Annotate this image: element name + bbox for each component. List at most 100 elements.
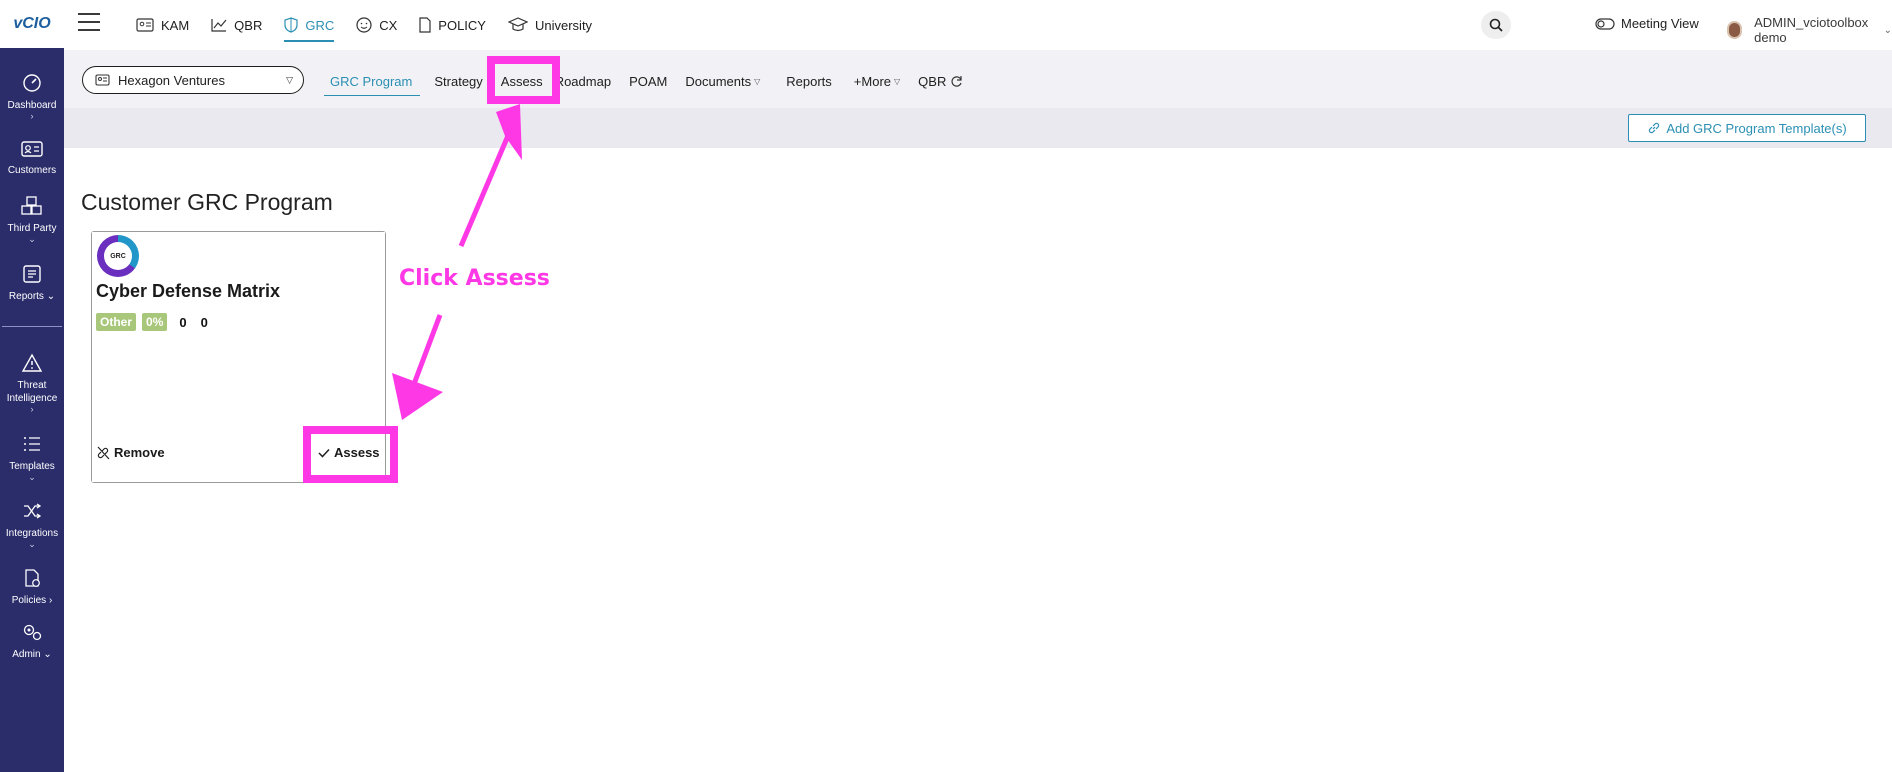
nav-cx[interactable]: CX: [356, 0, 397, 50]
grc-tabs: GRC Program Strategy Assess Roadmap POAM…: [323, 66, 981, 96]
sidebar-divider: [2, 326, 62, 327]
chevron-right-icon: ›: [30, 404, 34, 414]
sidebar-item-customers[interactable]: Customers: [0, 140, 64, 177]
chevron-down-icon: ⌄: [1883, 24, 1892, 36]
tab-reports[interactable]: Reports: [786, 66, 832, 96]
sidebar-item-policies[interactable]: Policies ›: [0, 568, 64, 607]
nav-university[interactable]: University: [507, 0, 593, 50]
highlight-assess-button: [303, 426, 398, 483]
sub-navbar: Hexagon Ventures ▽ GRC Program Strategy …: [64, 50, 1892, 108]
count-b: 0: [200, 314, 208, 330]
nav-kam[interactable]: KAM: [136, 0, 189, 50]
tab-more[interactable]: +More ▽: [854, 66, 900, 96]
add-grc-template-button[interactable]: Add GRC Program Template(s): [1628, 114, 1866, 142]
gauge-icon: [23, 74, 41, 92]
policy-file-icon: [25, 569, 40, 587]
chart-icon: [211, 19, 227, 32]
card-header: GRC: [92, 232, 385, 278]
caret-down-icon: ▽: [286, 75, 293, 85]
card-title: Cyber Defense Matrix: [96, 281, 281, 301]
document-icon: [419, 17, 431, 33]
cubes-icon: [21, 196, 42, 215]
nav-university-label: University: [534, 17, 593, 33]
id-card-icon: [21, 141, 43, 157]
sidebar-item-third-party[interactable]: Third Party ⌄: [0, 196, 64, 244]
sidebar-item-threat-intelligence[interactable]: Threat Intelligence ›: [0, 353, 64, 414]
sidebar-item-label: Reports ⌄: [8, 291, 56, 302]
page-title: Customer GRC Program: [81, 189, 333, 215]
cogs-icon: [23, 624, 42, 641]
sidebar-item-label: Admin ⌄: [12, 649, 52, 660]
user-menu[interactable]: ADMIN_vciotoolbox demo ⌄: [1727, 15, 1892, 45]
avatar: [1727, 21, 1743, 39]
graduation-cap-icon: [507, 17, 528, 32]
smile-icon: [356, 17, 372, 33]
shuffle-icon: [24, 503, 42, 519]
tab-label: Roadmap: [554, 73, 612, 89]
caret-down-icon: ▽: [894, 76, 901, 86]
tab-grc-program[interactable]: GRC Program: [323, 66, 421, 96]
customer-name: Hexagon Ventures: [118, 72, 225, 88]
sidebar-item-integrations[interactable]: Integrations ⌄: [0, 501, 64, 549]
nav-policy[interactable]: POLICY: [419, 0, 486, 50]
tab-label: Reports: [786, 73, 832, 89]
sidebar-item-label: Policies ›: [11, 595, 53, 606]
link-icon: [1649, 122, 1660, 134]
tab-label: POAM: [629, 73, 668, 89]
id-card-icon: [95, 74, 110, 86]
id-card-icon: [136, 18, 154, 32]
tab-poam[interactable]: POAM: [629, 66, 667, 96]
nav-qbr-label: QBR: [234, 17, 263, 33]
list-icon: [24, 437, 40, 451]
brand-logo[interactable]: vCIO: [0, 0, 64, 48]
chevron-down-icon: ⌄: [28, 234, 36, 244]
nav-kam-label: KAM: [161, 17, 190, 33]
chevron-right-icon: ›: [30, 111, 34, 121]
sidebar-item-admin[interactable]: Admin ⌄: [0, 622, 64, 661]
grc-logo-text: GRC: [104, 242, 132, 270]
highlight-assess-tab: [487, 56, 560, 104]
caret-down-icon: ▽: [754, 76, 761, 86]
nav-cx-label: CX: [379, 17, 398, 33]
tab-label: Documents: [685, 73, 752, 89]
tab-roadmap[interactable]: Roadmap: [555, 66, 611, 96]
sidebar-item-label: Customers: [7, 165, 57, 176]
nav-policy-label: POLICY: [438, 17, 486, 33]
tab-qbr[interactable]: QBR: [918, 66, 963, 96]
sidebar: vCIO Dashboard › Customers Third Party ⌄…: [0, 0, 64, 772]
unlink-icon: [97, 446, 110, 459]
report-icon: [23, 265, 41, 283]
user-name: ADMIN_vciotoolbox demo: [1754, 15, 1869, 45]
customer-select[interactable]: Hexagon Ventures ▽: [82, 66, 304, 94]
sidebar-item-templates[interactable]: Templates ⌄: [0, 434, 64, 482]
tab-label: GRC Program: [330, 73, 413, 89]
search-button[interactable]: [1481, 11, 1511, 39]
chevron-down-icon: ⌄: [28, 472, 36, 482]
tab-strategy[interactable]: Strategy: [434, 66, 482, 96]
toggle-icon: [1595, 17, 1615, 30]
meeting-view-label: Meeting View: [1621, 16, 1699, 31]
callout-text: Click Assess: [399, 266, 550, 291]
tab-documents[interactable]: Documents ▽: [685, 66, 760, 96]
grc-logo: GRC: [97, 235, 139, 277]
remove-button[interactable]: Remove: [96, 445, 165, 460]
remove-label: Remove: [114, 445, 165, 460]
top-navbar: KAM QBR GRC CX POLICY University Meeting…: [64, 0, 1892, 50]
type-badge: Other: [96, 313, 137, 331]
nav-grc-label: GRC: [305, 17, 335, 33]
brand-logo-text: vCIO: [13, 15, 51, 32]
sidebar-item-dashboard[interactable]: Dashboard ›: [0, 73, 64, 121]
shield-icon: [284, 17, 298, 33]
add-grc-template-label: Add GRC Program Template(s): [1666, 120, 1847, 136]
tab-label: Strategy: [434, 73, 483, 89]
hamburger-menu-icon[interactable]: [78, 13, 100, 31]
warning-icon: [21, 353, 43, 372]
refresh-icon: [951, 75, 962, 87]
tab-label: QBR: [918, 73, 947, 89]
card-badges: Other 0% 0 0: [96, 313, 216, 331]
nav-grc[interactable]: GRC: [284, 0, 334, 50]
sidebar-item-reports[interactable]: Reports ⌄: [0, 264, 64, 303]
nav-qbr[interactable]: QBR: [211, 0, 262, 50]
meeting-view-toggle[interactable]: Meeting View: [1595, 16, 1699, 31]
chevron-down-icon: ⌄: [28, 539, 36, 549]
